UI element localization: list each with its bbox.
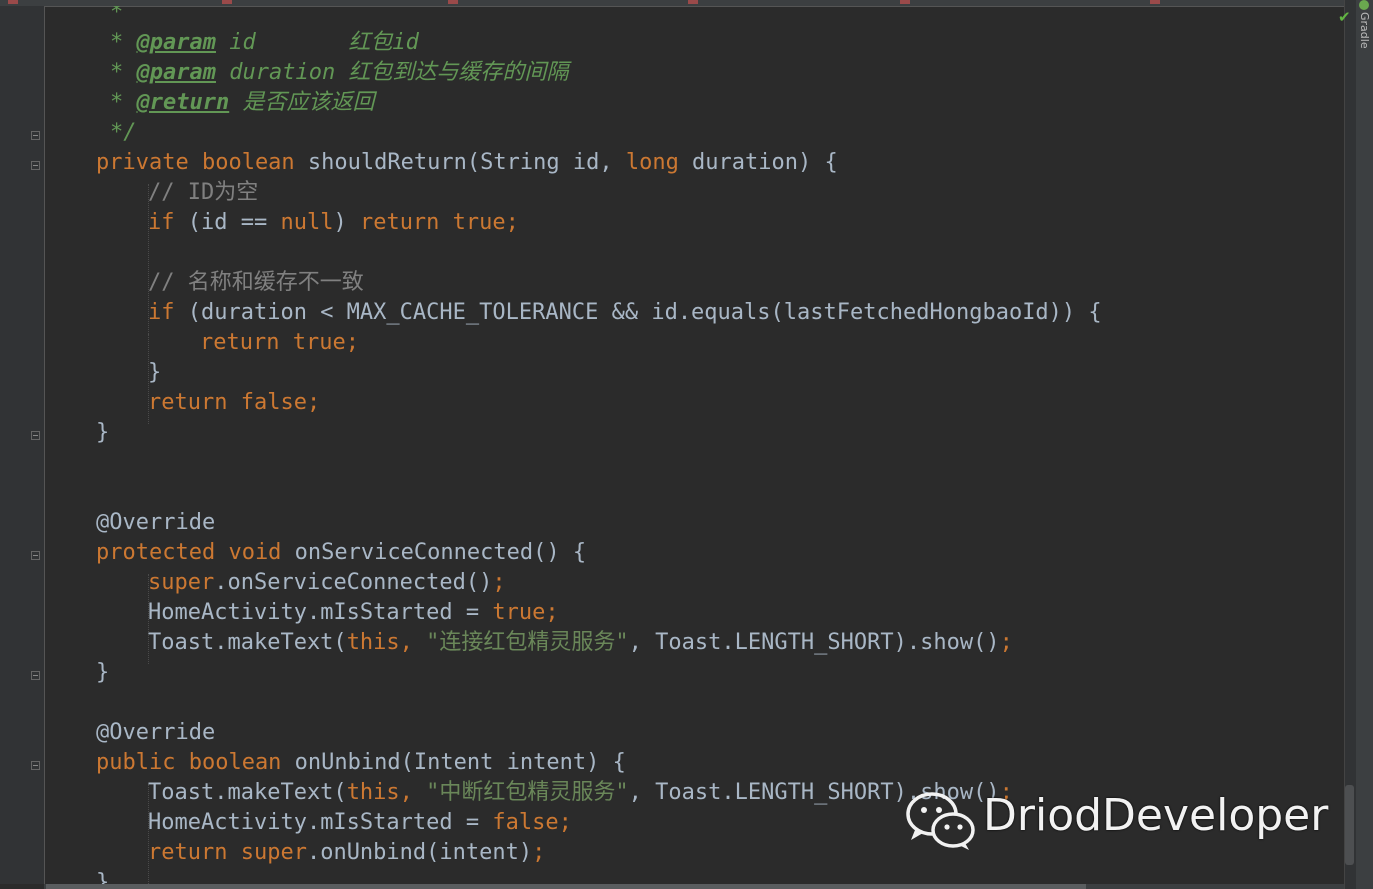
- code-line-3: * @param duration 红包到达与缓存的间隔: [110, 60, 569, 85]
- code-line-16: protected void onServiceConnected() {: [96, 540, 587, 565]
- code-line-23: Toast.makeText(this, "中断红包精灵服务", Toast.L…: [148, 780, 1013, 805]
- watermark-text: DriodDeveloper: [983, 790, 1329, 841]
- code-line-24: HomeActivity.mIsStarted = false;: [148, 810, 572, 835]
- fold-marker-icon[interactable]: [31, 671, 40, 680]
- code-line-14: }: [96, 420, 110, 445]
- tab-marker: [1150, 0, 1160, 4]
- code-line-8: if (id == null) return true;: [148, 210, 519, 235]
- code-line-1: *: [110, 6, 124, 25]
- tab-marker: [448, 0, 458, 4]
- check-icon: ✔: [1338, 8, 1351, 26]
- code-line-2: * @param id 红包id: [110, 30, 419, 55]
- fold-marker-icon[interactable]: [31, 131, 40, 140]
- code-line-12: }: [148, 360, 162, 385]
- code-line-4: * @return 是否应该返回: [110, 90, 375, 115]
- code-line-22: public boolean onUnbind(Intent intent) {: [96, 750, 626, 775]
- tab-marker: [900, 0, 910, 4]
- fold-marker-icon[interactable]: [31, 761, 40, 770]
- tab-marker: [222, 0, 232, 4]
- code-line-15: @Override: [96, 510, 216, 535]
- code-line-11: return true;: [200, 330, 359, 355]
- code-line-9: // 名称和缓存不一致: [148, 270, 364, 295]
- fold-marker-icon[interactable]: [31, 551, 40, 560]
- tab-marker: [688, 0, 698, 4]
- code-editor[interactable]: * * @param id 红包id * @param duration 红包到…: [44, 6, 1344, 884]
- code-line-10: if (duration < MAX_CACHE_TOLERANCE && id…: [148, 300, 1102, 325]
- editor-gutter[interactable]: [0, 6, 45, 884]
- code-line-6: private boolean shouldReturn(String id, …: [96, 150, 838, 175]
- code-line-18: HomeActivity.mIsStarted = true;: [148, 600, 559, 625]
- code-line-26: }: [96, 870, 110, 884]
- gradle-icon[interactable]: [1359, 0, 1369, 10]
- code-line-19: Toast.makeText(this, "连接红包精灵服务", Toast.L…: [148, 630, 1013, 655]
- code-line-21: @Override: [96, 720, 216, 745]
- code-line-25: return super.onUnbind(intent);: [148, 840, 546, 865]
- fold-marker-icon[interactable]: [31, 431, 40, 440]
- tab-marker: [8, 0, 18, 4]
- fold-marker-icon[interactable]: [31, 161, 40, 170]
- code-line-5: */: [110, 120, 137, 145]
- right-tool-window-bar[interactable]: [1356, 0, 1373, 889]
- code-line-7: // ID为空: [148, 180, 259, 205]
- vertical-scrollbar[interactable]: [1345, 785, 1354, 865]
- code-line-13: return false;: [148, 390, 321, 415]
- code-line-20: }: [96, 660, 110, 685]
- wechat-logo-icon: [906, 792, 975, 850]
- gradle-tool-tab[interactable]: Gradle: [1358, 12, 1371, 49]
- horizontal-scrollbar-thumb[interactable]: [46, 884, 1086, 889]
- code-line-17: super.onServiceConnected();: [148, 570, 506, 595]
